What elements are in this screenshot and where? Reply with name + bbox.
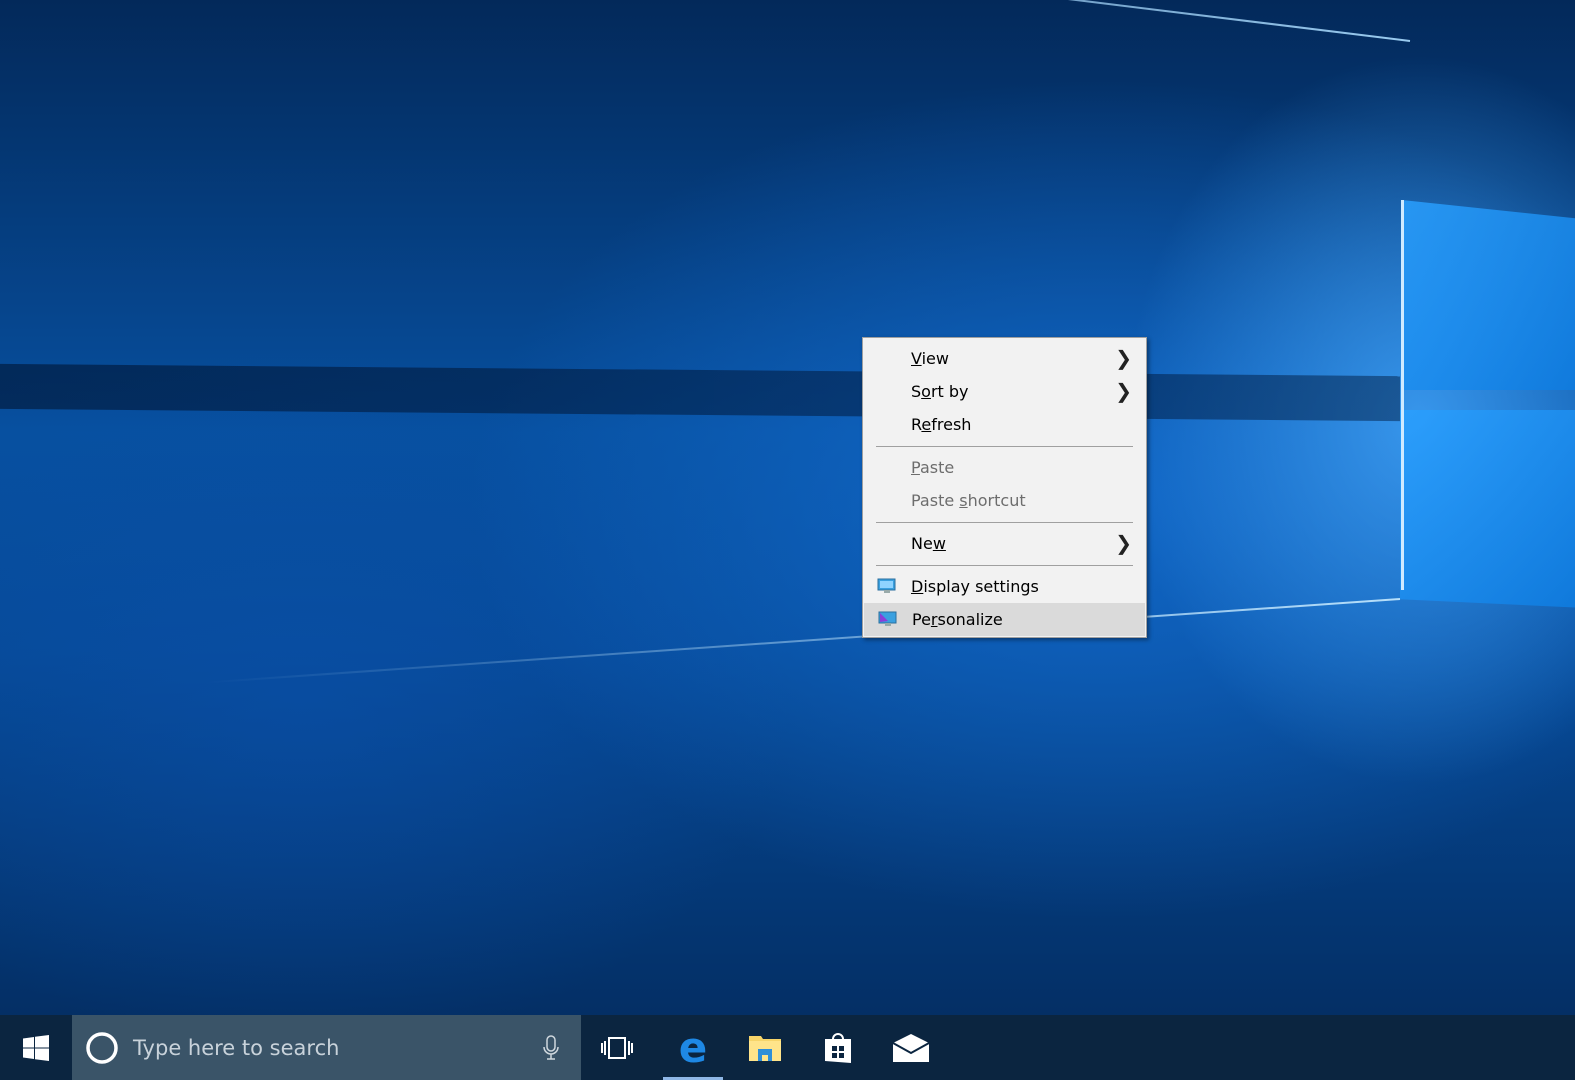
label: Pe: [912, 610, 931, 629]
access-key: s: [959, 491, 968, 510]
store-taskbar-button[interactable]: [808, 1015, 868, 1080]
start-button[interactable]: [0, 1015, 72, 1080]
chevron-right-icon: ❯: [1115, 346, 1132, 370]
label: Paste: [911, 491, 960, 510]
menu-item-display-settings[interactable]: Display settings: [863, 570, 1146, 603]
access-key: P: [911, 458, 920, 477]
menu-separator: [876, 522, 1133, 523]
label: fresh: [931, 415, 972, 434]
menu-item-refresh[interactable]: Refresh: [863, 408, 1146, 441]
file-explorer-icon: [749, 1035, 781, 1061]
microphone-icon[interactable]: [542, 1034, 560, 1062]
menu-separator: [876, 565, 1133, 566]
store-icon: [825, 1032, 851, 1063]
search-placeholder: Type here to search: [133, 1035, 340, 1060]
light-beam: [10, 0, 1411, 42]
access-key: o: [921, 382, 931, 401]
menu-item-new[interactable]: New ❯: [863, 527, 1146, 560]
taskbar: Type here to search e: [0, 1015, 1575, 1080]
menu-item-view[interactable]: View ❯: [863, 342, 1146, 375]
wallpaper: [0, 0, 1575, 1080]
file-explorer-taskbar-button[interactable]: [735, 1015, 795, 1080]
chevron-right-icon: ❯: [1115, 379, 1132, 403]
cortana-icon: [86, 1031, 118, 1064]
access-key: e: [921, 415, 932, 434]
wallpaper-shadow-band: [0, 363, 1400, 422]
mail-icon: [892, 1033, 930, 1062]
label: isplay settings: [923, 577, 1039, 596]
light-beam: [202, 598, 1401, 684]
label: Ne: [911, 534, 933, 553]
edge-icon: e: [678, 1022, 708, 1072]
edge-taskbar-button[interactable]: e: [663, 1015, 723, 1080]
menu-item-paste-shortcut: Paste shortcut: [863, 484, 1146, 517]
mail-taskbar-button[interactable]: [881, 1015, 941, 1080]
desktop-context-menu: View ❯ Sort by ❯ Refresh Paste Paste short…: [862, 337, 1147, 638]
wallpaper-logo-edge: [1401, 200, 1404, 590]
wallpaper-logo-pane: [1402, 200, 1575, 390]
label: rt by: [930, 382, 969, 401]
windows-start-icon: [23, 1034, 49, 1061]
label: hortcut: [967, 491, 1026, 510]
menu-item-paste: Paste: [863, 451, 1146, 484]
label: S: [911, 382, 922, 401]
access-key: V: [911, 349, 922, 368]
display-icon: [877, 578, 896, 593]
search-box[interactable]: Type here to search: [72, 1015, 581, 1080]
menu-separator: [876, 446, 1133, 447]
task-view-button[interactable]: [587, 1015, 647, 1080]
task-view-icon: [601, 1036, 633, 1059]
label: iew: [921, 349, 949, 368]
label: R: [911, 415, 922, 434]
menu-item-personalize[interactable]: Personalize: [864, 603, 1145, 636]
label: sonalize: [937, 610, 1003, 629]
access-key: w: [932, 534, 946, 553]
access-key: r: [930, 610, 938, 629]
wallpaper-logo-pane: [1400, 410, 1575, 608]
menu-item-sort-by[interactable]: Sort by ❯: [863, 375, 1146, 408]
personalize-icon: [878, 611, 897, 626]
access-key: D: [911, 577, 924, 596]
label: aste: [919, 458, 955, 477]
chevron-right-icon: ❯: [1115, 531, 1132, 555]
